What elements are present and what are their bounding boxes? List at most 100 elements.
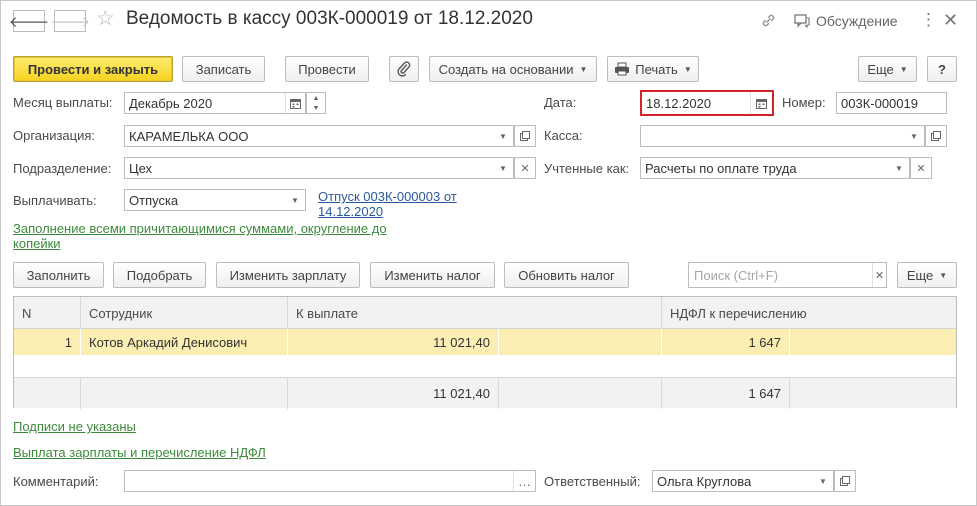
- fill-link-line2: копейки: [13, 236, 61, 251]
- fill-button[interactable]: Заполнить: [13, 262, 104, 288]
- update-tax-button[interactable]: Обновить налог: [504, 262, 629, 288]
- month-value: Декабрь 2020: [129, 95, 213, 111]
- open-responsible-button[interactable]: [834, 470, 856, 492]
- more-button[interactable]: Еще ▼: [858, 56, 917, 82]
- save-button[interactable]: Записать: [182, 56, 265, 82]
- pick-button[interactable]: Подобрать: [113, 262, 206, 288]
- more-label: Еще: [867, 61, 894, 77]
- row-number: 1: [14, 329, 81, 355]
- search-input[interactable]: [689, 264, 872, 286]
- column-header-ndfl[interactable]: НДФЛ к перечислению: [662, 297, 958, 329]
- calendar-icon[interactable]: [750, 92, 772, 114]
- table-more-button[interactable]: Еще ▼: [897, 262, 957, 288]
- cashbox-field[interactable]: ▼: [640, 125, 925, 147]
- vacation-link-line2: 14.12.2020: [318, 204, 384, 219]
- open-cashbox-button[interactable]: [925, 125, 947, 147]
- close-icon: ✕: [520, 162, 530, 175]
- row-employee: Котов Аркадий Денисович: [81, 329, 288, 355]
- chevron-down-icon[interactable]: ▼: [493, 132, 513, 141]
- back-button[interactable]: 🡐: [9, 10, 49, 32]
- department-value: Цех: [129, 160, 153, 176]
- salary-payment-link[interactable]: Выплата зарплаты и перечисление НДФЛ: [13, 445, 266, 460]
- chevron-down-icon: ▼: [899, 64, 908, 74]
- forward-button[interactable]: 🡒: [50, 10, 90, 32]
- discussion-button[interactable]: Обсуждение: [816, 13, 898, 29]
- department-field[interactable]: Цех ▼: [124, 157, 514, 179]
- help-button[interactable]: ?: [927, 56, 957, 82]
- chevron-down-icon[interactable]: ▼: [493, 164, 513, 173]
- number-value: 003К-000019: [841, 95, 918, 111]
- close-icon[interactable]: ✕: [872, 263, 886, 287]
- change-tax-button[interactable]: Изменить налог: [370, 262, 495, 288]
- responsible-field[interactable]: Ольга Круглова ▼: [652, 470, 834, 492]
- open-organization-button[interactable]: [514, 125, 536, 147]
- close-icon: ✕: [916, 162, 926, 175]
- department-label: Подразделение:: [13, 161, 112, 176]
- clear-department-button[interactable]: ✕: [514, 157, 536, 179]
- column-header-employee[interactable]: Сотрудник: [81, 297, 288, 329]
- responsible-value: Ольга Круглова: [657, 473, 752, 489]
- column-header-to-pay[interactable]: К выплате: [288, 297, 662, 329]
- date-value: 18.12.2020: [646, 95, 712, 111]
- table-row[interactable]: 1 Котов Аркадий Денисович 11 021,40 1 64…: [14, 329, 956, 355]
- printer-icon: [615, 62, 630, 76]
- row-ndfl: 1 647: [662, 329, 790, 355]
- star-icon[interactable]: ☆: [96, 6, 115, 31]
- number-field[interactable]: 003К-000019: [836, 92, 947, 114]
- post-and-close-button[interactable]: Провести и закрыть: [13, 56, 173, 82]
- chevron-down-icon: ▼: [683, 64, 692, 74]
- link-icon[interactable]: [760, 12, 777, 29]
- column-header-n[interactable]: N: [14, 297, 81, 329]
- create-based-on-button[interactable]: Создать на основании ▼: [429, 56, 597, 82]
- footer-empty-cell: [14, 378, 81, 409]
- print-label: Печать: [635, 61, 678, 77]
- clear-accounted-as-button[interactable]: ✕: [910, 157, 932, 179]
- payroll-table[interactable]: N Сотрудник К выплате НДФЛ к перечислени…: [13, 296, 958, 409]
- comment-field[interactable]: …: [124, 470, 536, 492]
- accounted-as-value: Расчеты по оплате труда: [645, 160, 797, 176]
- accounted-as-field[interactable]: Расчеты по оплате труда ▼: [640, 157, 910, 179]
- month-stepper[interactable]: ▲ ▼: [306, 92, 326, 114]
- total-ndfl: 1 647: [662, 378, 790, 409]
- open-icon: [840, 476, 850, 486]
- fill-mode-link[interactable]: Заполнение всеми причитающимися суммами,…: [13, 221, 387, 251]
- pay-field[interactable]: Отпуска ▼: [124, 189, 306, 211]
- open-icon: [931, 131, 941, 141]
- change-salary-button[interactable]: Изменить зарплату: [216, 262, 360, 288]
- calendar-icon[interactable]: [285, 93, 305, 113]
- footer-empty-cell: [499, 378, 662, 409]
- chevron-down-icon[interactable]: ▼: [813, 477, 833, 486]
- cashbox-label: Касса:: [544, 128, 583, 143]
- signatures-link[interactable]: Подписи не указаны: [13, 419, 136, 434]
- chevron-down-icon[interactable]: ▼: [889, 164, 909, 173]
- search-box[interactable]: ✕: [688, 262, 887, 288]
- chevron-down-icon: ▼: [579, 64, 588, 74]
- date-field[interactable]: 18.12.2020: [640, 90, 774, 116]
- footer-empty-cell: [81, 378, 288, 409]
- month-label: Месяц выплаты:: [13, 95, 113, 110]
- chevron-down-icon[interactable]: ▼: [307, 103, 325, 113]
- fill-link-line1: Заполнение всеми причитающимися суммами,…: [13, 221, 387, 236]
- vacation-link-line1: Отпуск 003К-000003 от: [318, 189, 457, 204]
- ellipsis-icon[interactable]: …: [513, 471, 535, 491]
- attach-button[interactable]: [389, 56, 419, 82]
- comment-label: Комментарий:: [13, 474, 99, 489]
- speech-bubble-icon: [794, 14, 810, 28]
- accounted-as-label: Учтенные как:: [544, 161, 630, 176]
- row-to-pay: 11 021,40: [288, 329, 499, 355]
- vacation-document-link[interactable]: Отпуск 003К-000003 от 14.12.2020: [318, 189, 457, 219]
- month-field[interactable]: Декабрь 2020: [124, 92, 306, 114]
- organization-label: Организация:: [13, 128, 96, 143]
- post-button[interactable]: Провести: [285, 56, 369, 82]
- arrow-left-icon: 🡐: [8, 13, 50, 31]
- print-button[interactable]: Печать ▼: [607, 56, 699, 82]
- organization-field[interactable]: КАРАМЕЛЬКА ООО ▼: [124, 125, 514, 147]
- chevron-up-icon[interactable]: ▲: [307, 93, 325, 103]
- close-icon[interactable]: ✕: [943, 10, 958, 31]
- row-empty-cell: [499, 329, 662, 355]
- more-vertical-icon[interactable]: ⋮: [920, 10, 937, 30]
- chevron-down-icon[interactable]: ▼: [285, 196, 305, 205]
- chevron-down-icon[interactable]: ▼: [904, 132, 924, 141]
- date-label: Дата:: [544, 95, 577, 110]
- paperclip-icon: [397, 61, 411, 77]
